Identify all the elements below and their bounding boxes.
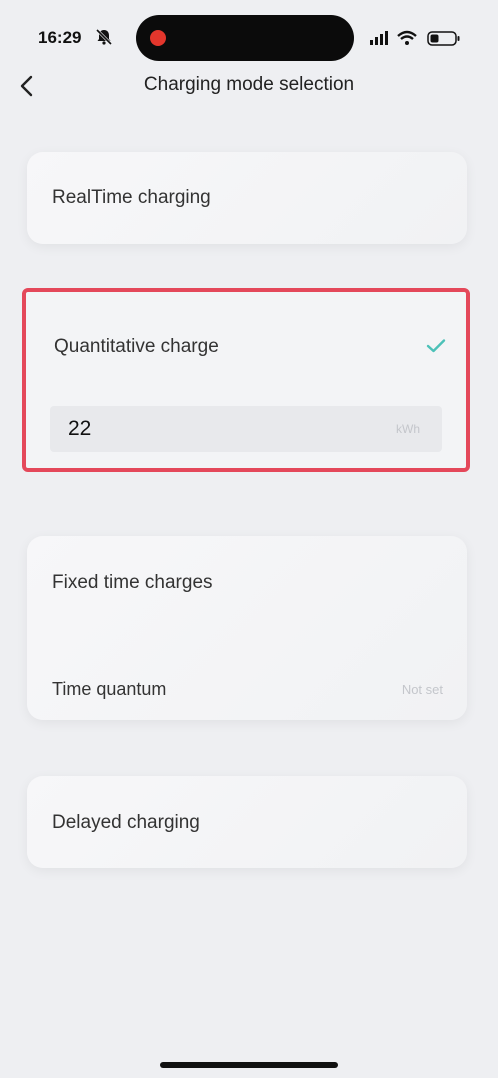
bell-muted-icon [95,28,113,46]
nav-bar: Charging mode selection [0,62,498,112]
status-time: 16:29 [38,28,82,47]
home-indicator[interactable] [160,1062,338,1068]
battery-icon [427,31,460,46]
mode-label: Quantitative charge [54,336,219,357]
mode-label: RealTime charging [52,187,211,208]
energy-unit-label: kWh [396,422,420,436]
energy-amount-input[interactable]: 22 kWh [50,406,442,452]
page-title: Charging mode selection [143,74,355,95]
time-quantum-label[interactable]: Time quantum [52,679,166,700]
recording-indicator-icon [150,30,166,46]
system-status-icons [370,30,460,46]
dynamic-island [136,15,354,61]
mode-option-realtime[interactable]: RealTime charging [27,152,467,244]
status-bar: 16:29 [0,0,498,70]
mode-label: Fixed time charges [52,572,213,593]
mode-option-quantitative[interactable]: Quantitative charge 22 kWh [22,288,470,472]
checkmark-icon [426,339,446,353]
mode-label: Delayed charging [52,812,200,833]
signal-icon [370,31,388,45]
wifi-icon [397,30,417,45]
time-quantum-value[interactable]: Not set [402,682,443,697]
energy-amount-value: 22 [68,417,92,440]
mode-option-delayed[interactable]: Delayed charging [27,776,467,868]
mode-option-fixed-time[interactable]: Fixed time charges Time quantum Not set [27,536,467,720]
